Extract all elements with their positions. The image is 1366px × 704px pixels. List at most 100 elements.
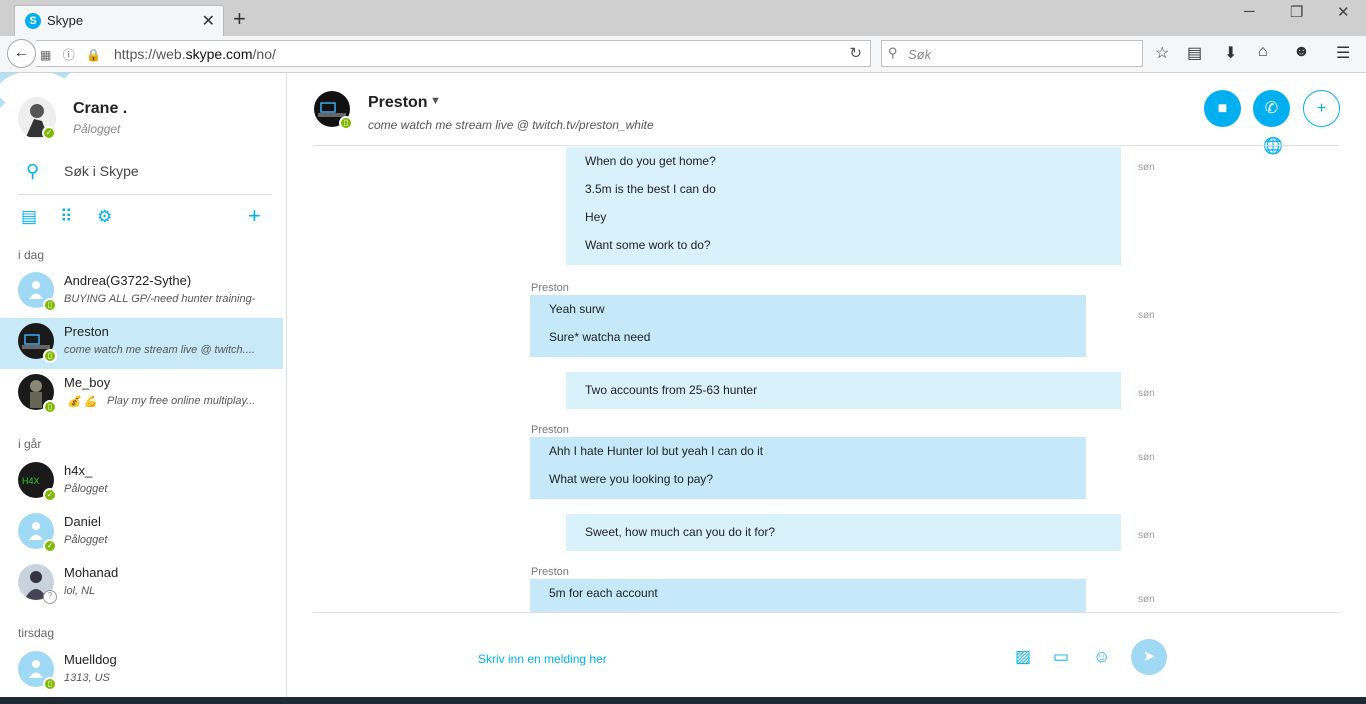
emoji-addon-icon[interactable]: ☻ xyxy=(1293,43,1310,61)
contact-name: Mohanad xyxy=(64,565,119,580)
emoticon-icon[interactable]: ☺ xyxy=(1093,647,1110,667)
message-sender: Preston xyxy=(531,566,569,578)
message-text: 5m for each account xyxy=(549,586,658,600)
minimize-window-icon[interactable]: ─ xyxy=(1244,3,1255,20)
message-input[interactable]: Skriv inn en melding her xyxy=(478,652,607,666)
contact-name: Me_boy xyxy=(64,375,111,390)
menu-hamburger-icon[interactable]: ☰ xyxy=(1336,43,1350,63)
phone-call-icon[interactable]: ✆ xyxy=(1253,90,1290,127)
browser-search-input[interactable]: ⚲ Søk xyxy=(881,40,1143,67)
contact-mood: come watch me stream live @ twitch.... xyxy=(64,344,255,356)
bookmark-star-icon[interactable]: ☆ xyxy=(1155,43,1169,63)
home-icon[interactable]: ⌂ xyxy=(1258,43,1268,61)
my-status[interactable]: Pålogget xyxy=(73,122,120,136)
contact-mood: BUYING ALL GP/-need hunter training- xyxy=(64,293,256,305)
browser-tab-skype[interactable]: S Skype ✕ xyxy=(14,5,224,36)
close-tab-icon[interactable]: ✕ xyxy=(202,11,215,31)
contact-item-andrea[interactable]: ▯ Andrea(G3722-Sythe) BUYING ALL GP/-nee… xyxy=(0,267,283,318)
site-info-lock-icon[interactable]: ▦ ⓘ 🔒 xyxy=(40,46,105,63)
message-bubble-incoming: Yeah surw Sure* watcha need xyxy=(530,295,1086,357)
browser-navbar: ← ▦ ⓘ 🔒 https://web.skype.com/no/ ↻ ⚲ Sø… xyxy=(0,36,1366,73)
message-text: Sure* watcha need xyxy=(549,330,651,344)
contact-status: Pålogget xyxy=(64,534,108,546)
contact-status: Pålogget xyxy=(64,483,108,495)
conversation-title[interactable]: Preston xyxy=(368,94,428,112)
contacts-book-icon[interactable]: ▤ xyxy=(21,207,37,227)
url-bar[interactable]: ▦ ⓘ 🔒 https://web.skype.com/no/ ↻ xyxy=(36,40,871,67)
url-text: https://web.skype.com/no/ xyxy=(114,46,276,62)
contact-name: Preston xyxy=(64,324,109,339)
message-time: søn xyxy=(1138,162,1155,173)
add-plus-icon[interactable]: + xyxy=(248,203,261,229)
contact-item-h4x[interactable]: H4X ✓ h4x_ Pålogget xyxy=(0,457,283,508)
contact-location: 1313, US xyxy=(64,672,110,684)
conversation-pane: ▯ Preston ▼ come watch me stream live @ … xyxy=(288,73,1366,697)
message-text: What were you looking to pay? xyxy=(549,472,714,486)
message-text: Ahh I hate Hunter lol but yeah I can do … xyxy=(549,444,764,458)
share-file-icon[interactable]: ▨ xyxy=(1015,647,1031,667)
skype-search-label: Søk i Skype xyxy=(64,163,139,179)
contact-item-daniel[interactable]: ✓ Daniel Pålogget xyxy=(0,508,283,559)
online-status-icon: ✓ xyxy=(43,539,57,553)
message-time: søn xyxy=(1138,388,1155,399)
sidebar: ✓ Crane . Pålogget ⚲ Søk i Skype ▤ ⠿ ⚙ +… xyxy=(0,73,287,697)
header-divider xyxy=(313,145,1339,146)
close-window-icon[interactable]: ✕ xyxy=(1337,3,1350,21)
tab-title: Skype xyxy=(47,13,84,28)
skype-favicon-icon: S xyxy=(25,13,41,29)
contact-item-muelldog[interactable]: ▯ Muelldog 1313, US xyxy=(0,646,283,697)
message-bubble-incoming: Ahh I hate Hunter lol but yeah I can do … xyxy=(530,437,1086,499)
section-yesterday: i går xyxy=(18,437,42,451)
new-tab-icon[interactable]: + xyxy=(233,6,246,32)
contact-name: h4x_ xyxy=(64,463,93,478)
contact-item-me-boy[interactable]: ▯ Me_boy 💰 💪 Play my free online multipl… xyxy=(0,369,283,420)
mobile-status-icon: ▯ xyxy=(43,298,57,312)
message-bubble-outgoing: When do you get home? 3.5m is the best I… xyxy=(566,147,1121,265)
compose-divider xyxy=(313,612,1339,613)
back-arrow-icon[interactable]: ← xyxy=(7,39,36,68)
contact-item-preston[interactable]: ▯ Preston come watch me stream live @ tw… xyxy=(0,318,283,369)
browser-tabbar: S Skype ✕ + ─ ❐ ✕ xyxy=(0,0,1366,36)
svg-text:H4X: H4X xyxy=(22,476,40,486)
skype-search-input[interactable]: ⚲ Søk i Skype xyxy=(18,158,271,195)
mobile-status-icon: ▯ xyxy=(43,349,57,363)
mobile-status-icon: ▯ xyxy=(43,400,57,414)
online-status-icon: ✓ xyxy=(42,126,56,140)
message-text: When do you get home? xyxy=(585,154,716,168)
contact-card-icon[interactable]: ▭ xyxy=(1053,647,1069,667)
message-text: 3.5m is the best I can do xyxy=(585,182,716,196)
mobile-status-icon: ▯ xyxy=(339,116,353,130)
conversation-mood: come watch me stream live @ twitch.tv/pr… xyxy=(368,118,654,132)
taskbar-edge xyxy=(0,697,1366,704)
my-name[interactable]: Crane . xyxy=(73,100,127,118)
unknown-status-icon: ? xyxy=(43,590,57,604)
message-sender: Preston xyxy=(531,424,569,436)
message-list: When do you get home? 3.5m is the best I… xyxy=(288,147,1366,612)
dialpad-icon[interactable]: ⠿ xyxy=(60,207,72,227)
contact-name: Andrea(G3722-Sythe) xyxy=(64,273,192,288)
video-call-icon[interactable]: ■ xyxy=(1204,90,1241,127)
add-person-icon[interactable]: + xyxy=(1303,90,1340,127)
chevron-down-icon[interactable]: ▼ xyxy=(430,95,441,107)
download-icon[interactable]: ⬇ xyxy=(1224,43,1237,63)
contact-item-mohanad[interactable]: ? Mohanad lol, NL xyxy=(0,559,283,610)
message-time: søn xyxy=(1138,310,1155,321)
send-icon[interactable]: ➤ xyxy=(1131,639,1167,675)
settings-gear-icon[interactable]: ⚙ xyxy=(97,207,112,227)
message-sender: Preston xyxy=(531,282,569,294)
contact-mood: Play my free online multiplay... xyxy=(107,395,256,407)
reading-list-icon[interactable]: ▤ xyxy=(1187,43,1202,63)
contact-mood: lol, NL xyxy=(64,585,96,597)
message-text: Want some work to do? xyxy=(585,238,711,252)
message-time: søn xyxy=(1138,594,1155,605)
message-text: Sweet, how much can you do it for? xyxy=(585,525,776,539)
section-tuesday: tirsdag xyxy=(18,626,55,640)
reload-icon[interactable]: ↻ xyxy=(849,44,862,62)
message-bubble-outgoing: Sweet, how much can you do it for? xyxy=(566,514,1121,551)
search-icon: ⚲ xyxy=(26,161,40,181)
mobile-status-icon: ▯ xyxy=(43,677,57,691)
contact-name: Muelldog xyxy=(64,652,117,667)
online-status-icon: ✓ xyxy=(43,488,57,502)
message-text: Yeah surw xyxy=(549,302,605,316)
restore-window-icon[interactable]: ❐ xyxy=(1290,3,1303,21)
